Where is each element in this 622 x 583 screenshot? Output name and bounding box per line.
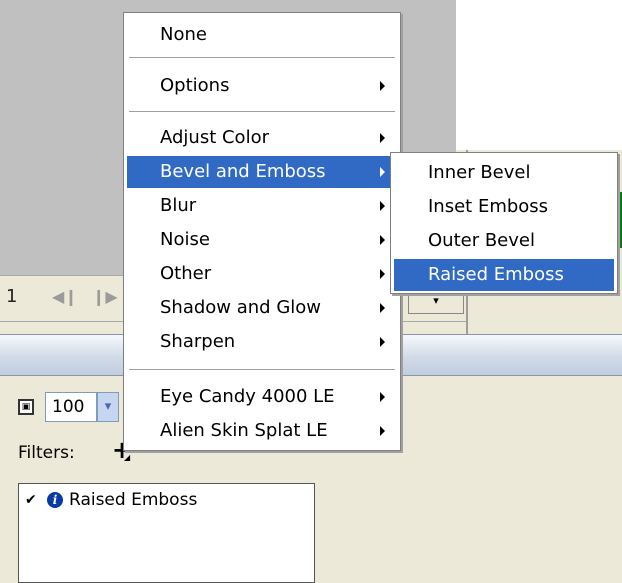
menu-item-label: Shadow and Glow xyxy=(160,297,322,318)
submenu-item-inset-emboss[interactable]: Inset Emboss xyxy=(394,191,614,223)
menu-item-label: Sharpen xyxy=(160,331,236,352)
menu-item-label: Inset Emboss xyxy=(428,196,549,217)
menu-item-label: Blur xyxy=(160,195,197,216)
submenu-item-raised-emboss[interactable]: Raised Emboss xyxy=(394,259,614,291)
filters-label: Filters: xyxy=(18,443,75,463)
menu-item-label: Outer Bevel xyxy=(428,230,535,251)
submenu-arrow-icon xyxy=(380,167,385,177)
menu-item-blur[interactable]: Blur xyxy=(127,190,397,222)
menu-item-other[interactable]: Other xyxy=(127,258,397,290)
menu-item-options[interactable]: Options xyxy=(127,70,397,102)
menu-item-shadow-and-glow[interactable]: Shadow and Glow xyxy=(127,292,397,324)
submenu-arrow-icon xyxy=(380,201,385,211)
submenu-item-outer-bevel[interactable]: Outer Bevel xyxy=(394,225,614,257)
submenu-item-inner-bevel[interactable]: Inner Bevel xyxy=(394,157,614,189)
menu-item-label: Alien Skin Splat LE xyxy=(160,420,328,441)
submenu-arrow-icon xyxy=(380,81,385,91)
menu-item-alien-skin[interactable]: Alien Skin Splat LE xyxy=(127,415,397,447)
submenu-arrow-icon xyxy=(380,269,385,279)
zoom-input[interactable]: 100 xyxy=(45,392,97,422)
menu-item-bevel-and-emboss[interactable]: Bevel and Emboss xyxy=(127,156,397,188)
menu-item-label: Adjust Color xyxy=(160,127,269,148)
menu-item-label: Options xyxy=(160,75,230,96)
frame-number: 1 xyxy=(6,286,18,307)
menu-item-label: Noise xyxy=(160,229,210,250)
submenu-arrow-icon xyxy=(380,426,385,436)
menu-item-none[interactable]: None xyxy=(127,19,397,51)
filter-list-item[interactable]: ✔ i Raised Emboss xyxy=(25,487,197,513)
filter-item-label: Raised Emboss xyxy=(69,490,198,510)
menu-item-label: Bevel and Emboss xyxy=(160,161,326,182)
info-icon: i xyxy=(47,492,63,508)
step-back-icon[interactable]: ◀❙ xyxy=(52,287,78,306)
menu-separator xyxy=(129,111,395,113)
zoom-icon: ▣ xyxy=(18,399,34,415)
menu-item-label: None xyxy=(160,24,207,45)
bevel-and-emboss-submenu: Inner Bevel Inset Emboss Outer Bevel Rai… xyxy=(390,152,618,294)
submenu-arrow-icon xyxy=(380,133,385,143)
step-forward-icon[interactable]: ❙▶ xyxy=(92,287,118,306)
checkmark-icon[interactable]: ✔ xyxy=(25,492,47,508)
menu-item-label: Raised Emboss xyxy=(428,264,564,285)
submenu-arrow-icon xyxy=(380,392,385,402)
menu-separator xyxy=(129,57,395,59)
submenu-arrow-icon xyxy=(380,235,385,245)
zoom-dropdown-button[interactable]: ▾ xyxy=(97,392,119,422)
menu-item-noise[interactable]: Noise xyxy=(127,224,397,256)
add-filter-dropdown-icon[interactable]: ◢ xyxy=(124,453,130,462)
menu-item-label: Other xyxy=(160,263,212,284)
menu-item-adjust-color[interactable]: Adjust Color xyxy=(127,122,397,154)
filter-list[interactable]: ✔ i Raised Emboss xyxy=(18,483,315,583)
menu-item-label: Inner Bevel xyxy=(428,162,531,183)
submenu-arrow-icon xyxy=(380,303,385,313)
menu-item-label: Eye Candy 4000 LE xyxy=(160,386,335,407)
canvas-area xyxy=(456,0,622,150)
menu-separator xyxy=(129,369,395,371)
submenu-arrow-icon xyxy=(380,337,385,347)
filter-context-menu: None Options Adjust Color Bevel and Embo… xyxy=(123,12,401,451)
menu-item-eye-candy[interactable]: Eye Candy 4000 LE xyxy=(127,381,397,413)
menu-item-sharpen[interactable]: Sharpen xyxy=(127,326,397,358)
